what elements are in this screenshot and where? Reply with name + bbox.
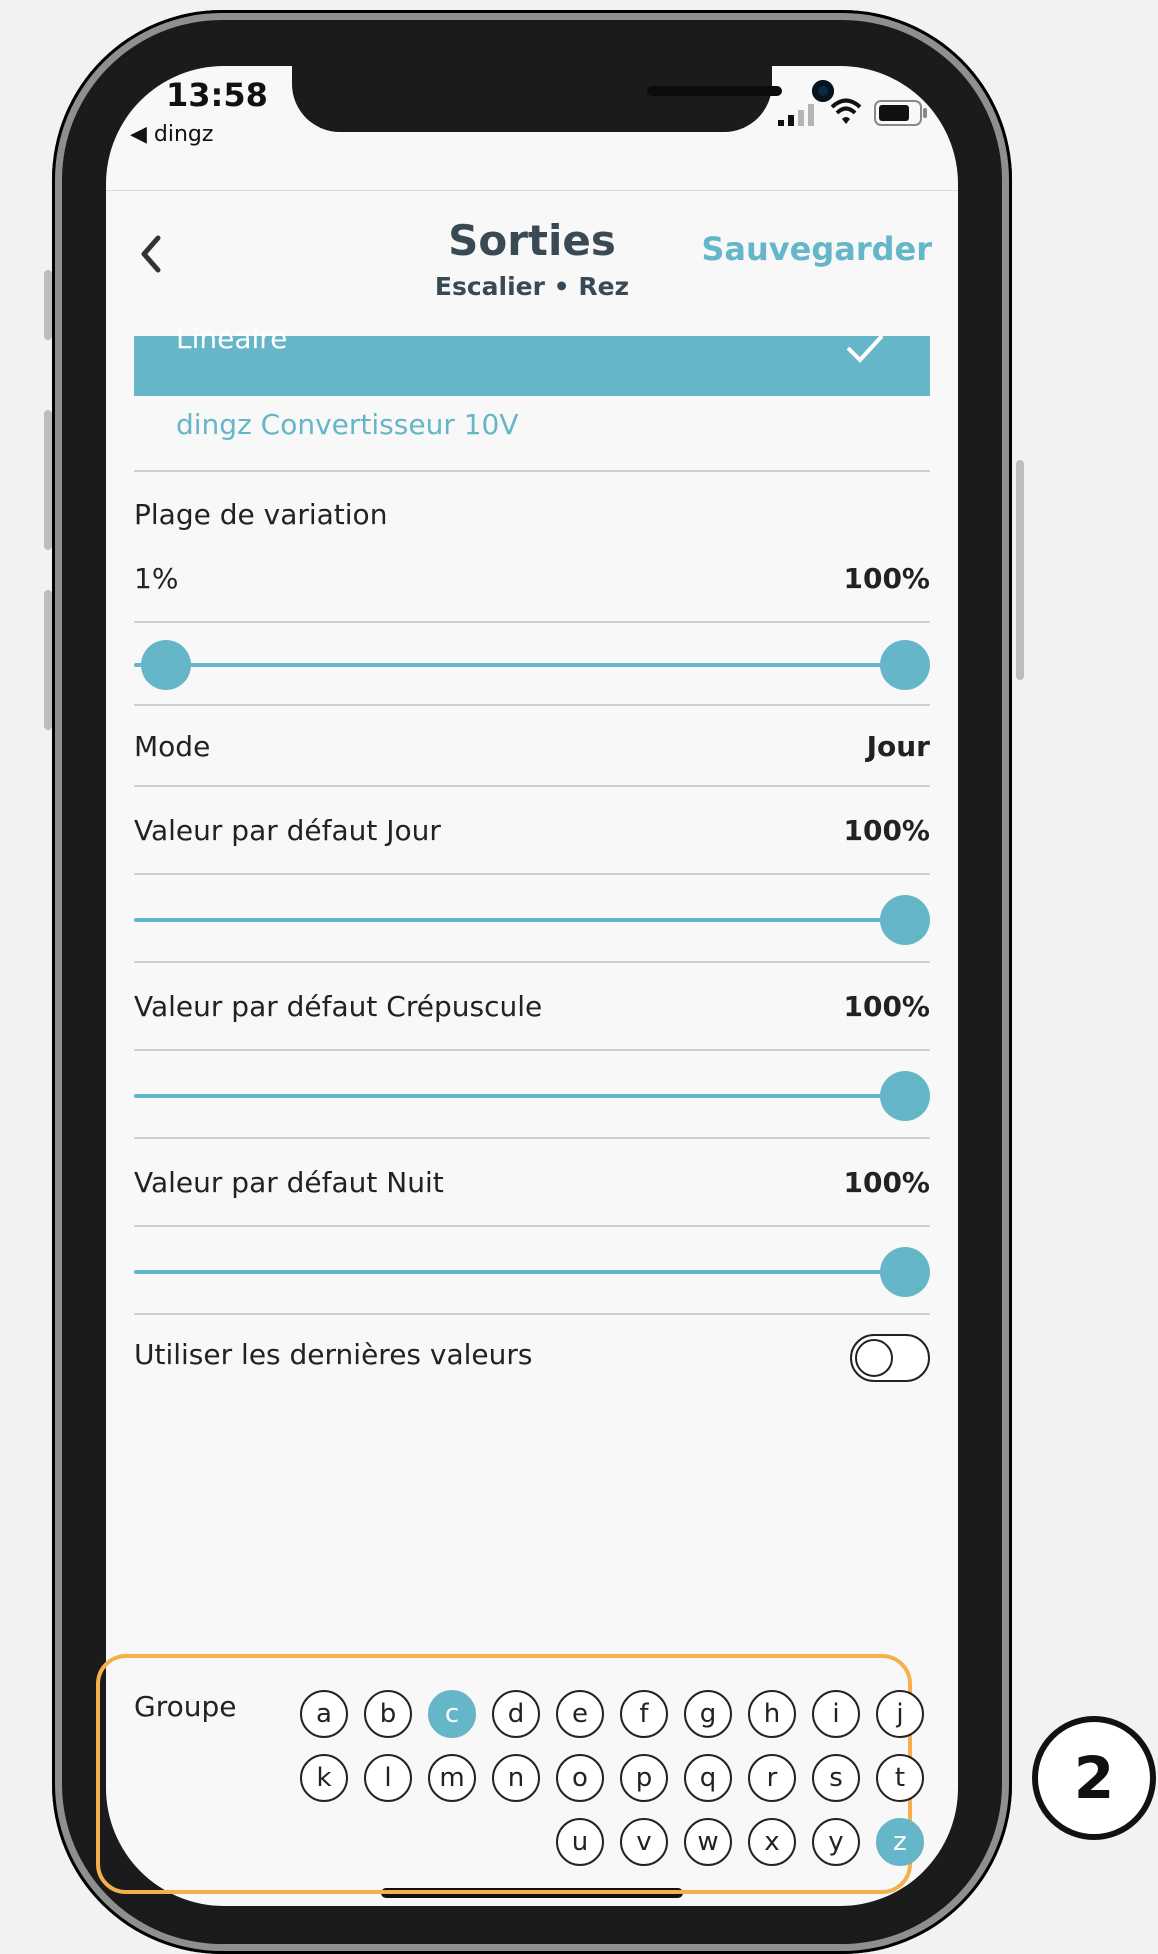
- group-letter-i[interactable]: i: [812, 1690, 860, 1738]
- default-day-slider-thumb[interactable]: [880, 895, 930, 945]
- callout-badge: 2: [1032, 1716, 1156, 1840]
- phone-side-button: [44, 270, 52, 340]
- range-min-label: 1%: [134, 562, 179, 595]
- curve-option-label: Linéaire: [176, 322, 288, 355]
- toggle-knob: [855, 1339, 893, 1377]
- range-min-thumb[interactable]: [141, 640, 192, 690]
- divider: [134, 704, 930, 706]
- signal-icon: [778, 104, 814, 126]
- curve-option-converter[interactable]: dingz Convertisseur 10V: [176, 408, 519, 441]
- wifi-icon: [830, 98, 862, 124]
- divider: [134, 1137, 930, 1139]
- group-letter-x[interactable]: x: [748, 1818, 796, 1866]
- battery-icon: [874, 100, 927, 126]
- group-letter-l[interactable]: l: [364, 1754, 412, 1802]
- group-letter-f[interactable]: f: [620, 1690, 668, 1738]
- default-night-value: 100%: [843, 1166, 930, 1199]
- range-label: Plage de variation: [134, 498, 388, 531]
- page-subtitle: Escalier • Rez: [434, 272, 630, 301]
- divider: [134, 1225, 930, 1227]
- default-night-slider-thumb[interactable]: [880, 1247, 930, 1297]
- back-to-app-link[interactable]: ◀ dingz: [130, 122, 213, 147]
- default-day-value: 100%: [843, 814, 930, 847]
- default-dusk-label: Valeur par défaut Crépuscule: [134, 990, 543, 1023]
- divider: [134, 961, 930, 963]
- group-letter-p[interactable]: p: [620, 1754, 668, 1802]
- default-dusk-slider-track[interactable]: [134, 1094, 930, 1098]
- group-letter-d[interactable]: d: [492, 1690, 540, 1738]
- divider: [134, 1049, 930, 1051]
- group-letter-t[interactable]: t: [876, 1754, 924, 1802]
- range-max-thumb[interactable]: [880, 640, 930, 690]
- default-night-slider-track[interactable]: [134, 1270, 930, 1274]
- divider: [134, 873, 930, 875]
- last-values-toggle[interactable]: [850, 1334, 930, 1382]
- phone-power-button: [1016, 460, 1024, 680]
- speaker: [647, 86, 782, 96]
- group-letter-u[interactable]: u: [556, 1818, 604, 1866]
- group-letter-k[interactable]: k: [300, 1754, 348, 1802]
- range-slider-track[interactable]: [134, 663, 930, 667]
- group-letter-e[interactable]: e: [556, 1690, 604, 1738]
- notch: [292, 66, 834, 132]
- group-letter-n[interactable]: n: [492, 1754, 540, 1802]
- group-letter-h[interactable]: h: [748, 1690, 796, 1738]
- group-letter-g[interactable]: g: [684, 1690, 732, 1738]
- default-night-label: Valeur par défaut Nuit: [134, 1166, 444, 1199]
- group-label: Groupe: [134, 1690, 237, 1723]
- phone-volume-up: [44, 410, 52, 550]
- group-letter-c[interactable]: c: [428, 1690, 476, 1738]
- divider: [134, 621, 930, 623]
- phone-volume-down: [44, 590, 52, 730]
- default-dusk-slider-thumb[interactable]: [880, 1071, 930, 1121]
- group-letter-s[interactable]: s: [812, 1754, 860, 1802]
- group-letter-m[interactable]: m: [428, 1754, 476, 1802]
- save-button[interactable]: Sauvegarder: [701, 230, 932, 268]
- status-time: 13:58: [166, 76, 268, 114]
- group-letter-w[interactable]: w: [684, 1818, 732, 1866]
- divider: [134, 470, 930, 472]
- group-letter-z[interactable]: z: [876, 1818, 924, 1866]
- group-letter-v[interactable]: v: [620, 1818, 668, 1866]
- group-letter-b[interactable]: b: [364, 1690, 412, 1738]
- checkmark-icon: [846, 334, 884, 363]
- divider: [134, 1313, 930, 1315]
- app-screen: 13:58 ◀ dingz Sorties Escalier • Rez Sau…: [106, 66, 958, 1906]
- group-letter-y[interactable]: y: [812, 1818, 860, 1866]
- group-letter-r[interactable]: r: [748, 1754, 796, 1802]
- group-letter-a[interactable]: a: [300, 1690, 348, 1738]
- group-letter-j[interactable]: j: [876, 1690, 924, 1738]
- last-values-label: Utiliser les dernières valeurs: [134, 1338, 533, 1371]
- default-day-slider-track[interactable]: [134, 918, 930, 922]
- group-letter-q[interactable]: q: [684, 1754, 732, 1802]
- header-divider: [106, 190, 958, 191]
- mode-label: Mode: [134, 730, 211, 763]
- default-dusk-value: 100%: [843, 990, 930, 1023]
- group-letter-o[interactable]: o: [556, 1754, 604, 1802]
- curve-option-selected[interactable]: Linéaire: [134, 322, 930, 396]
- divider: [134, 785, 930, 787]
- range-max-label: 100%: [843, 562, 930, 595]
- mode-value[interactable]: Jour: [867, 730, 930, 763]
- default-day-label: Valeur par défaut Jour: [134, 814, 441, 847]
